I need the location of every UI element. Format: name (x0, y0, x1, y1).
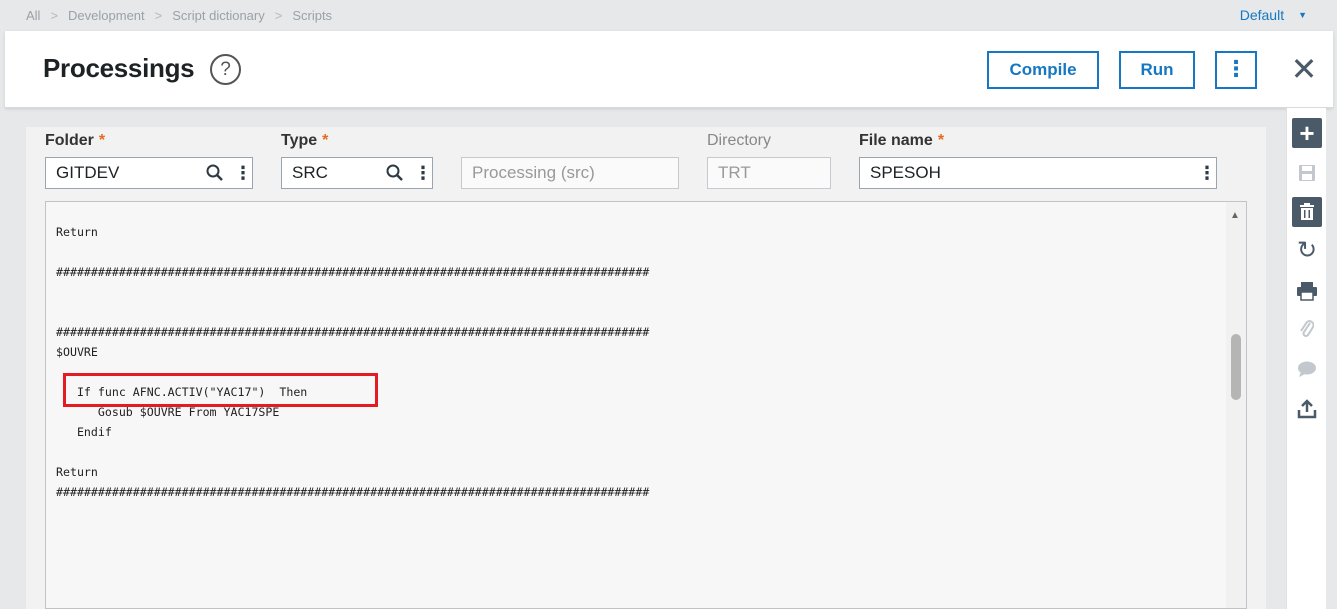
chevron-right-icon: > (50, 8, 59, 23)
export-icon[interactable] (1292, 394, 1322, 424)
file-name-field[interactable]: SPESOH ⋮ (859, 157, 1217, 189)
caret-down-icon: ▼ (1298, 10, 1307, 20)
main-panel: Folder * GITDEV ⋮ Type * SRC ⋮ Processing … (26, 127, 1266, 609)
more-options-icon[interactable]: ⋮ (414, 158, 432, 188)
directory-field: TRT (707, 157, 831, 189)
more-options-icon[interactable]: ⋮ (234, 158, 252, 188)
right-toolbar: + ↻ (1286, 108, 1326, 609)
type-field[interactable]: SRC ⋮ (281, 157, 433, 189)
search-icon[interactable] (386, 158, 404, 193)
refresh-icon[interactable]: ↻ (1292, 236, 1322, 266)
code-editor[interactable]: Return #################################… (45, 201, 1247, 609)
close-icon[interactable]: ✕ (1288, 51, 1320, 87)
breadcrumb-item-development[interactable]: Development (68, 8, 145, 23)
trash-icon[interactable] (1292, 197, 1322, 227)
profile-label: Default (1239, 7, 1285, 23)
scrollbar[interactable]: ▲ (1226, 202, 1246, 608)
run-button[interactable]: Run (1119, 51, 1195, 89)
breadcrumb-item-scripts[interactable]: Scripts (292, 8, 332, 23)
type-description-field: Processing (src) (461, 157, 679, 189)
code-content[interactable]: Return #################################… (56, 222, 649, 502)
highlight-box (63, 373, 378, 407)
folder-field[interactable]: GITDEV ⋮ (45, 157, 253, 189)
more-actions-button[interactable]: ⋮ (1215, 51, 1257, 89)
breadcrumb: All > Development > Script dictionary > … (26, 8, 332, 23)
file-name-value: SPESOH (870, 163, 941, 182)
folder-label: Folder * (45, 132, 106, 149)
help-icon[interactable]: ? (210, 54, 241, 85)
page-title: Processings (43, 53, 195, 83)
page-header: Processings ? Compile Run ⋮ ✕ (5, 31, 1333, 108)
save-icon (1292, 158, 1322, 188)
file-name-label: File name * (859, 132, 945, 149)
folder-value: GITDEV (56, 163, 120, 182)
directory-value: TRT (718, 163, 751, 182)
type-label: Type * (281, 132, 329, 149)
more-options-icon[interactable]: ⋮ (1198, 158, 1216, 188)
paperclip-icon (1292, 314, 1322, 344)
breadcrumb-item-script-dictionary[interactable]: Script dictionary (172, 8, 264, 23)
required-indicator: * (322, 132, 329, 149)
type-value: SRC (292, 163, 328, 182)
compile-button[interactable]: Compile (987, 51, 1099, 89)
breadcrumb-bar: All > Development > Script dictionary > … (0, 0, 1337, 31)
type-description-value: Processing (src) (472, 163, 595, 182)
required-indicator: * (98, 132, 106, 149)
chevron-right-icon: > (274, 8, 283, 23)
comment-icon (1292, 354, 1322, 384)
scroll-up-icon[interactable]: ▲ (1230, 210, 1240, 221)
print-icon[interactable] (1292, 276, 1322, 306)
chevron-right-icon: > (154, 8, 163, 23)
profile-dropdown[interactable]: Default ▼ (1240, 7, 1307, 23)
scrollbar-thumb[interactable] (1231, 334, 1241, 400)
required-indicator: * (937, 132, 945, 149)
directory-label: Directory (707, 132, 772, 149)
search-icon[interactable] (206, 158, 224, 193)
breadcrumb-item-all[interactable]: All (26, 8, 40, 23)
add-icon[interactable]: + (1292, 118, 1322, 148)
